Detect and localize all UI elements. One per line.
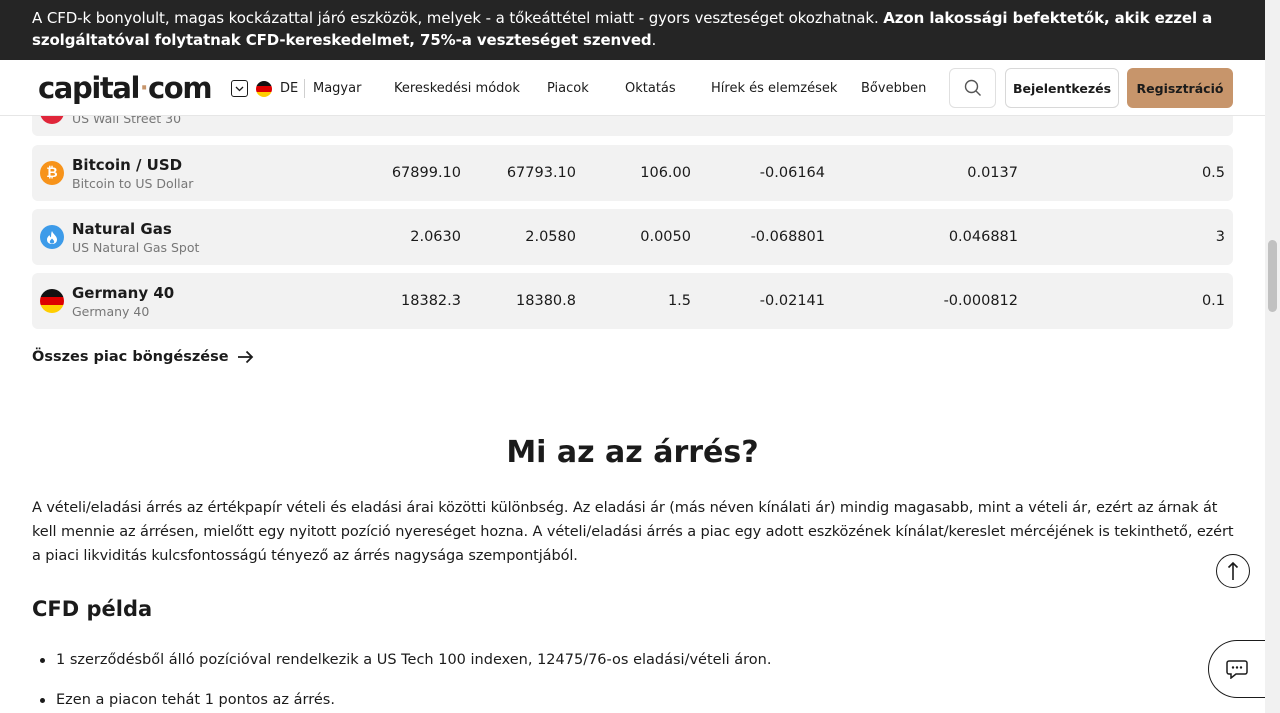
search-icon (964, 79, 981, 96)
logo-dot: · (140, 76, 148, 101)
market-subtitle: US Natural Gas Spot (72, 240, 200, 255)
scroll-to-top-button[interactable] (1216, 554, 1250, 588)
market-subtitle: Germany 40 (72, 304, 150, 319)
risk-warning-trailing: . (651, 31, 657, 49)
language-divider (304, 79, 305, 98)
flame-icon (40, 225, 64, 249)
page-scrollbar[interactable] (1265, 0, 1280, 713)
risk-warning-text: A CFD-k bonyolult, magas kockázattal jár… (32, 9, 884, 27)
sell-price: 67899.10 (391, 165, 461, 181)
market-row[interactable]: Natural Gas US Natural Gas Spot 2.0630 2… (32, 209, 1233, 265)
overnight-short: 0.046881 (948, 229, 1018, 245)
overnight-short: -0.000812 (943, 293, 1018, 309)
cfd-example-list: 1 szerződésből álló pozícióval rendelkez… (32, 650, 1182, 713)
spread-value: 1.5 (667, 293, 691, 309)
list-item: 1 szerződésből álló pozícióval rendelkez… (32, 650, 1182, 670)
spread-value: 0.0050 (640, 229, 691, 245)
chat-bubble-icon (1225, 660, 1248, 679)
market-row[interactable]: ₿ Bitcoin / USD Bitcoin to US Dollar 678… (32, 145, 1233, 201)
margin-value: 0.5 (1201, 165, 1225, 181)
market-name[interactable]: Germany 40 (72, 283, 174, 303)
chat-button[interactable] (1208, 640, 1268, 698)
market-row[interactable]: Germany 40 Germany 40 18382.3 18380.8 1.… (32, 273, 1233, 329)
market-name[interactable]: Bitcoin / USD (72, 155, 182, 175)
scrollbar-thumb[interactable] (1268, 240, 1277, 312)
register-button[interactable]: Regisztráció (1127, 68, 1233, 108)
spread-value: 106.00 (640, 165, 691, 181)
buy-price: 18380.8 (516, 293, 576, 309)
list-item: Ezen a piacon tehát 1 pontos az árrés. (32, 690, 1182, 710)
nav-markets[interactable]: Piacok (547, 80, 589, 97)
arrow-up-icon (1227, 561, 1239, 580)
logo-right: com (148, 71, 213, 105)
arrow-right-icon (237, 350, 253, 364)
chevron-down-icon[interactable] (231, 80, 248, 97)
overnight-short: 0.0137 (967, 165, 1018, 181)
search-button[interactable] (949, 68, 996, 108)
nav-education[interactable]: Oktatás (625, 80, 676, 97)
capital-com-logo[interactable]: capital·com (38, 71, 213, 109)
sell-price: 18382.3 (401, 293, 461, 309)
market-name[interactable]: Natural Gas (72, 219, 172, 239)
germany-flag-icon (40, 289, 64, 313)
language-selector[interactable]: Magyar (313, 80, 361, 97)
overnight-long: -0.06164 (759, 165, 825, 181)
cfd-example-heading: CFD példa (32, 597, 153, 621)
overnight-long: -0.02141 (759, 293, 825, 309)
nav-more[interactable]: Bővebben (861, 80, 926, 97)
logo-left: capital (38, 71, 140, 105)
buy-price: 67793.10 (506, 165, 576, 181)
market-subtitle: Bitcoin to US Dollar (72, 176, 194, 191)
buy-price: 2.0580 (525, 229, 576, 245)
nav-news-analysis[interactable]: Hírek és elemzések (711, 80, 837, 97)
login-button[interactable]: Bejelentkezés (1005, 68, 1119, 108)
site-header: capital·com DE Magyar Kereskedési módok … (0, 60, 1265, 116)
overnight-long: -0.068801 (750, 229, 825, 245)
sell-price: 2.0630 (410, 229, 461, 245)
bitcoin-icon: ₿ (40, 161, 64, 185)
language-region-code[interactable]: DE (280, 80, 298, 97)
section-title: Mi az az árrés? (506, 435, 759, 470)
spread-explanation-paragraph: A vételi/eladási árrés az értékpapír vét… (32, 500, 1234, 564)
margin-value: 3 (1215, 229, 1225, 245)
risk-warning-banner: A CFD-k bonyolult, magas kockázattal jár… (0, 0, 1265, 60)
browse-all-markets-label: Összes piac böngészése (32, 349, 229, 365)
germany-flag-icon (256, 81, 272, 97)
browse-all-markets-link[interactable]: Összes piac böngészése (32, 347, 254, 367)
nav-trading-modes[interactable]: Kereskedési módok (394, 80, 520, 97)
margin-value: 0.1 (1201, 293, 1225, 309)
